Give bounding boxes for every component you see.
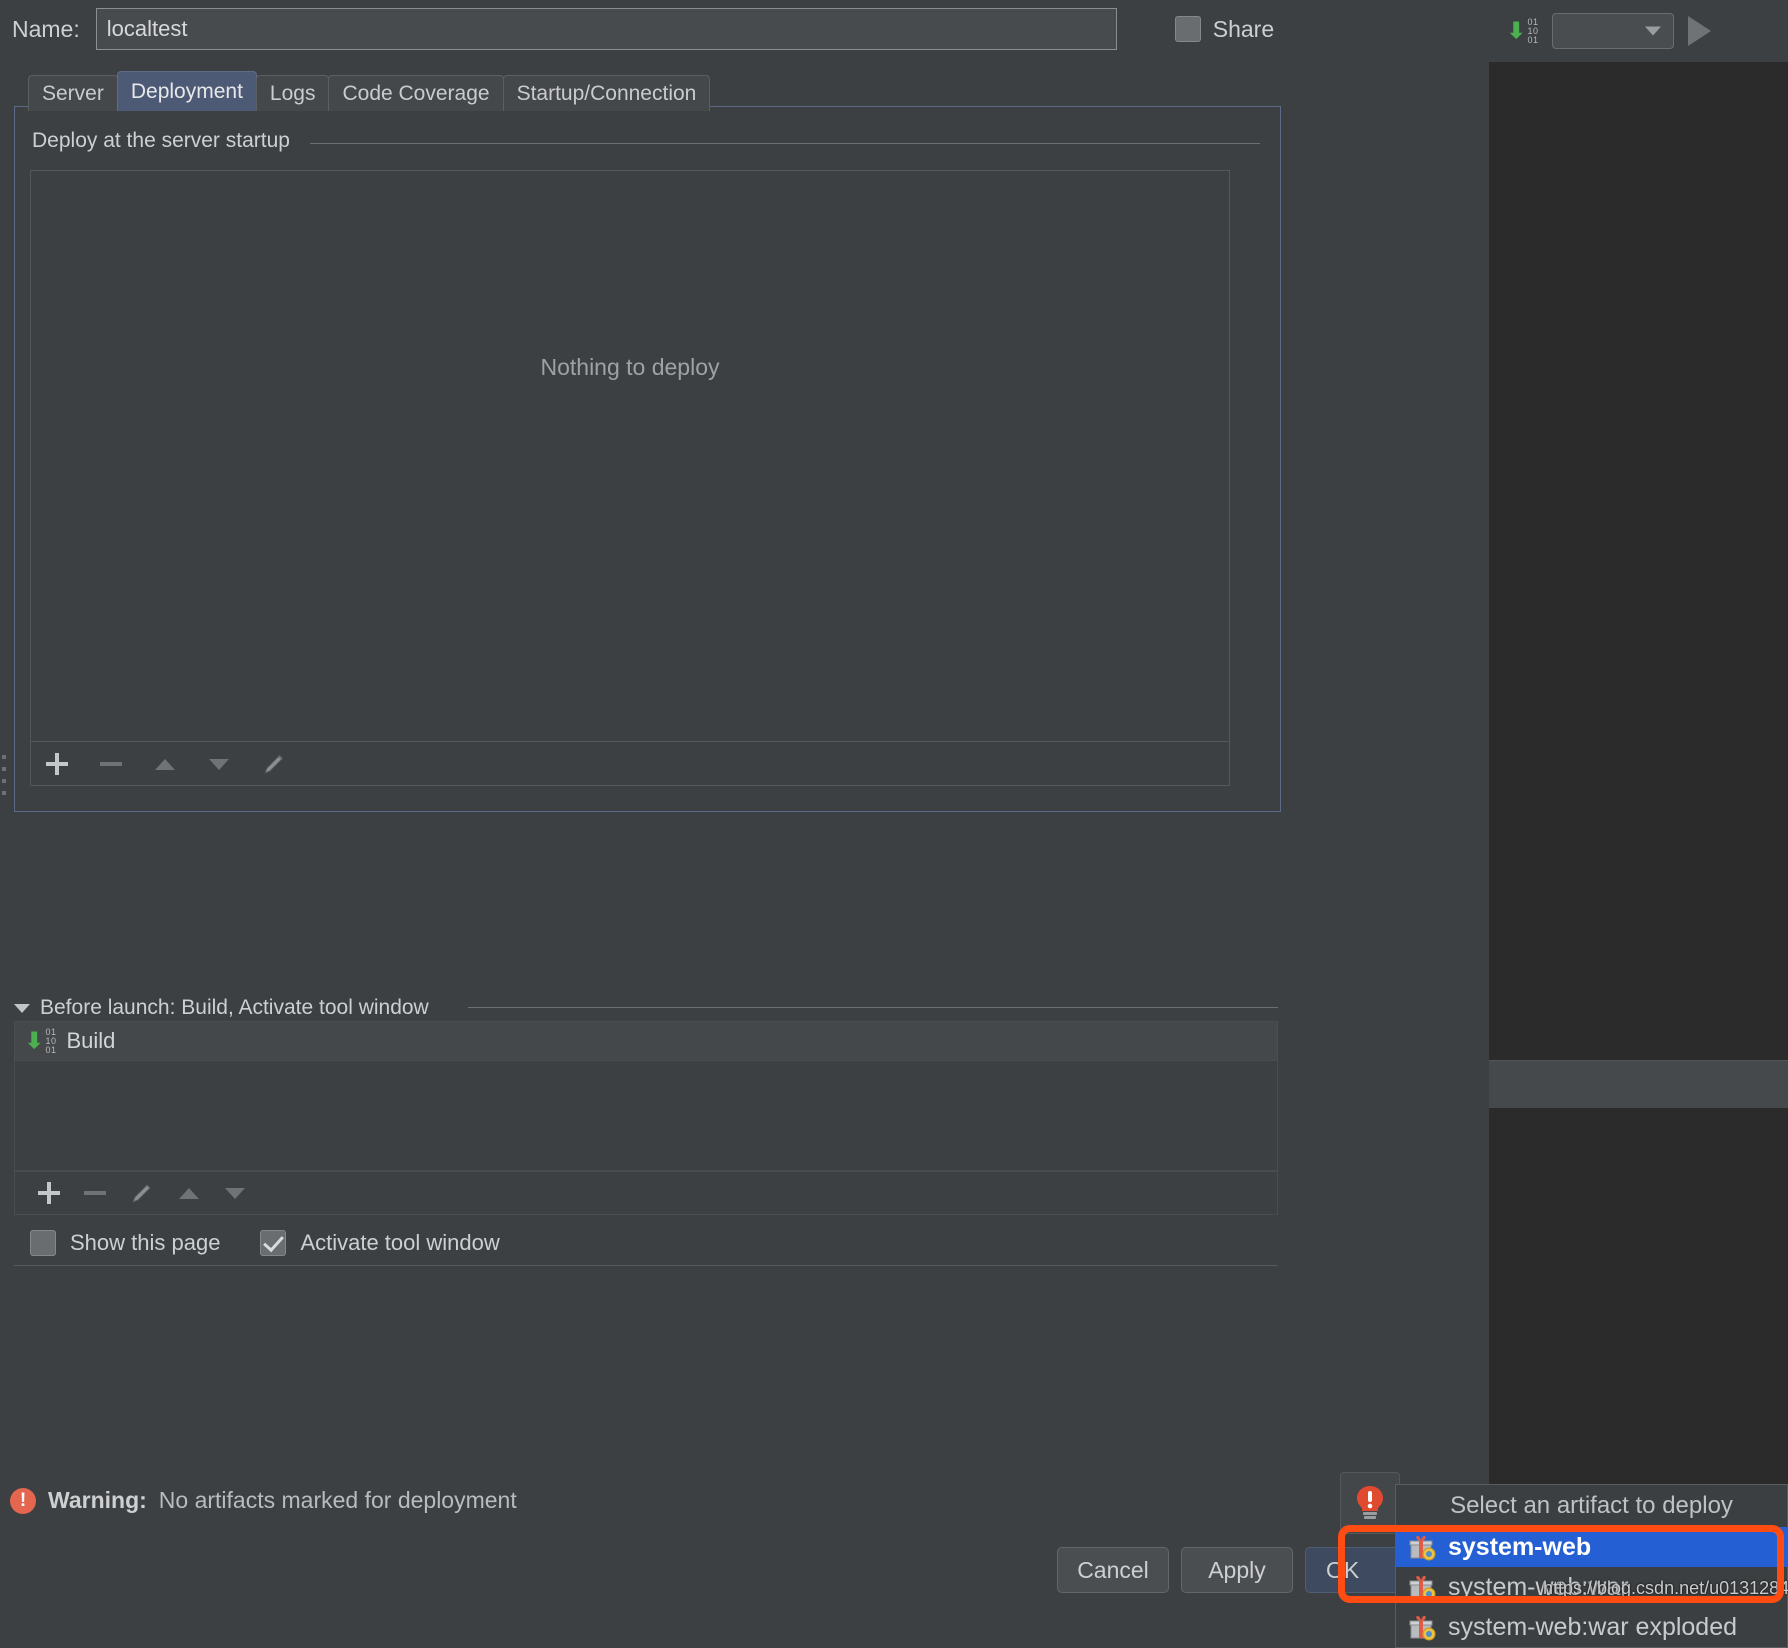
deployment-empty-message: Nothing to deploy [540,354,720,380]
show-this-page-checkbox[interactable] [30,1230,56,1256]
name-row: Name: Share [0,0,1489,58]
activate-tool-window-label: Activate tool window [300,1230,500,1255]
apply-button[interactable]: Apply [1181,1547,1293,1593]
handle-dot [2,779,6,783]
share-label: Share [1212,15,1275,42]
move-down-icon[interactable] [223,1181,247,1205]
before-launch-divider [468,1007,1278,1008]
remove-icon[interactable] [83,1181,107,1205]
artifact-gift-icon [1408,1573,1436,1601]
artifact-gift-icon [1408,1533,1436,1561]
footer-divider [14,1265,1278,1266]
popup-item-label: system-web [1448,1532,1592,1561]
before-launch-title: Before launch: Build, Activate tool wind… [40,996,429,1019]
run-configuration-selector[interactable] [1552,13,1675,49]
artifact-selection-popup: Select an artifact to deploy system-web [1395,1484,1788,1648]
remove-icon[interactable] [99,752,123,776]
build-arrow-icon: ⬇ [1507,18,1526,43]
before-launch-header[interactable]: Before launch: Build, Activate tool wind… [14,996,429,1020]
collapse-triangle-icon[interactable] [14,1003,30,1013]
chevron-down-icon [1645,26,1662,36]
popup-item-system-web-war-exploded[interactable]: system-web:war exploded [1396,1607,1787,1647]
move-up-icon[interactable] [177,1181,201,1205]
build-digits: 01 10 01 [45,1026,57,1055]
share-checkbox[interactable] [1174,16,1201,42]
activate-tool-window-checkbox[interactable] [260,1230,287,1256]
name-input[interactable] [95,8,1117,50]
before-launch-toolbar [14,1171,1278,1215]
tab-code-coverage[interactable]: Code Coverage [328,75,504,111]
warning-row: ! Warning: No artifacts marked for deplo… [10,1487,517,1514]
tab-server[interactable]: Server [28,75,118,111]
add-icon[interactable] [45,752,69,776]
name-label: Name: [12,15,80,42]
warning-message: No artifacts marked for deployment [158,1487,517,1513]
tab-deployment[interactable]: Deployment [116,71,257,111]
ide-editor-area [1489,62,1788,1060]
deploy-group-divider [310,143,1260,144]
build-arrow-icon: ⬇ [25,1028,44,1053]
run-play-icon[interactable] [1688,16,1712,46]
handle-dot [2,791,6,795]
share-checkbox-group[interactable]: Share [1174,15,1275,43]
edit-pencil-icon[interactable] [129,1180,155,1206]
edit-pencil-icon[interactable] [261,751,287,777]
show-this-page-label: Show this page [70,1230,221,1255]
warning-prefix: Warning: [48,1487,147,1513]
cancel-button[interactable]: Cancel [1057,1547,1169,1593]
handle-dot [2,767,6,771]
tab-logs[interactable]: Logs [255,75,330,111]
build-binary-icon: ⬇ 01 10 01 [25,1026,57,1055]
before-launch-list[interactable]: ⬇ 01 10 01 Build [14,1021,1278,1171]
ide-run-toolbar: ⬇ 01 10 01 [1489,0,1788,62]
popup-item-system-web[interactable]: system-web [1396,1527,1787,1567]
run-debug-configurations-dialog: Name: Share Server Deployment Logs Code … [0,0,1489,1614]
deploy-group-title: Deploy at the server startup [32,129,300,153]
error-circle-icon: ! [10,1487,36,1514]
tab-startup-connection[interactable]: Startup/Connection [502,75,711,111]
configuration-tabs: Server Deployment Logs Code Coverage Sta… [28,71,711,111]
deployment-artifacts-list[interactable]: Nothing to deploy [30,170,1230,742]
ide-status-bar [1489,1060,1788,1109]
move-down-icon[interactable] [207,752,231,776]
build-binary-icon: ⬇ 01 10 01 [1507,16,1539,45]
artifact-gift-icon [1408,1613,1436,1641]
before-launch-task-label: Build [66,1028,116,1053]
deployment-list-toolbar [30,742,1230,786]
popup-title: Select an artifact to deploy [1396,1485,1787,1527]
lightbulb-error-icon[interactable] [1340,1472,1400,1534]
move-up-icon[interactable] [153,752,177,776]
add-icon[interactable] [37,1181,61,1205]
popup-item-label: system-web:war exploded [1448,1612,1738,1641]
dialog-resize-handle[interactable] [2,755,6,807]
watermark-url: https://blog.csdn.net/u013128487 [1543,1578,1788,1598]
handle-dot [2,755,6,759]
build-digits: 01 10 01 [1527,16,1539,45]
before-launch-options: Show this page Activate tool window [30,1230,500,1256]
table-row[interactable]: ⬇ 01 10 01 Build [15,1022,1277,1061]
